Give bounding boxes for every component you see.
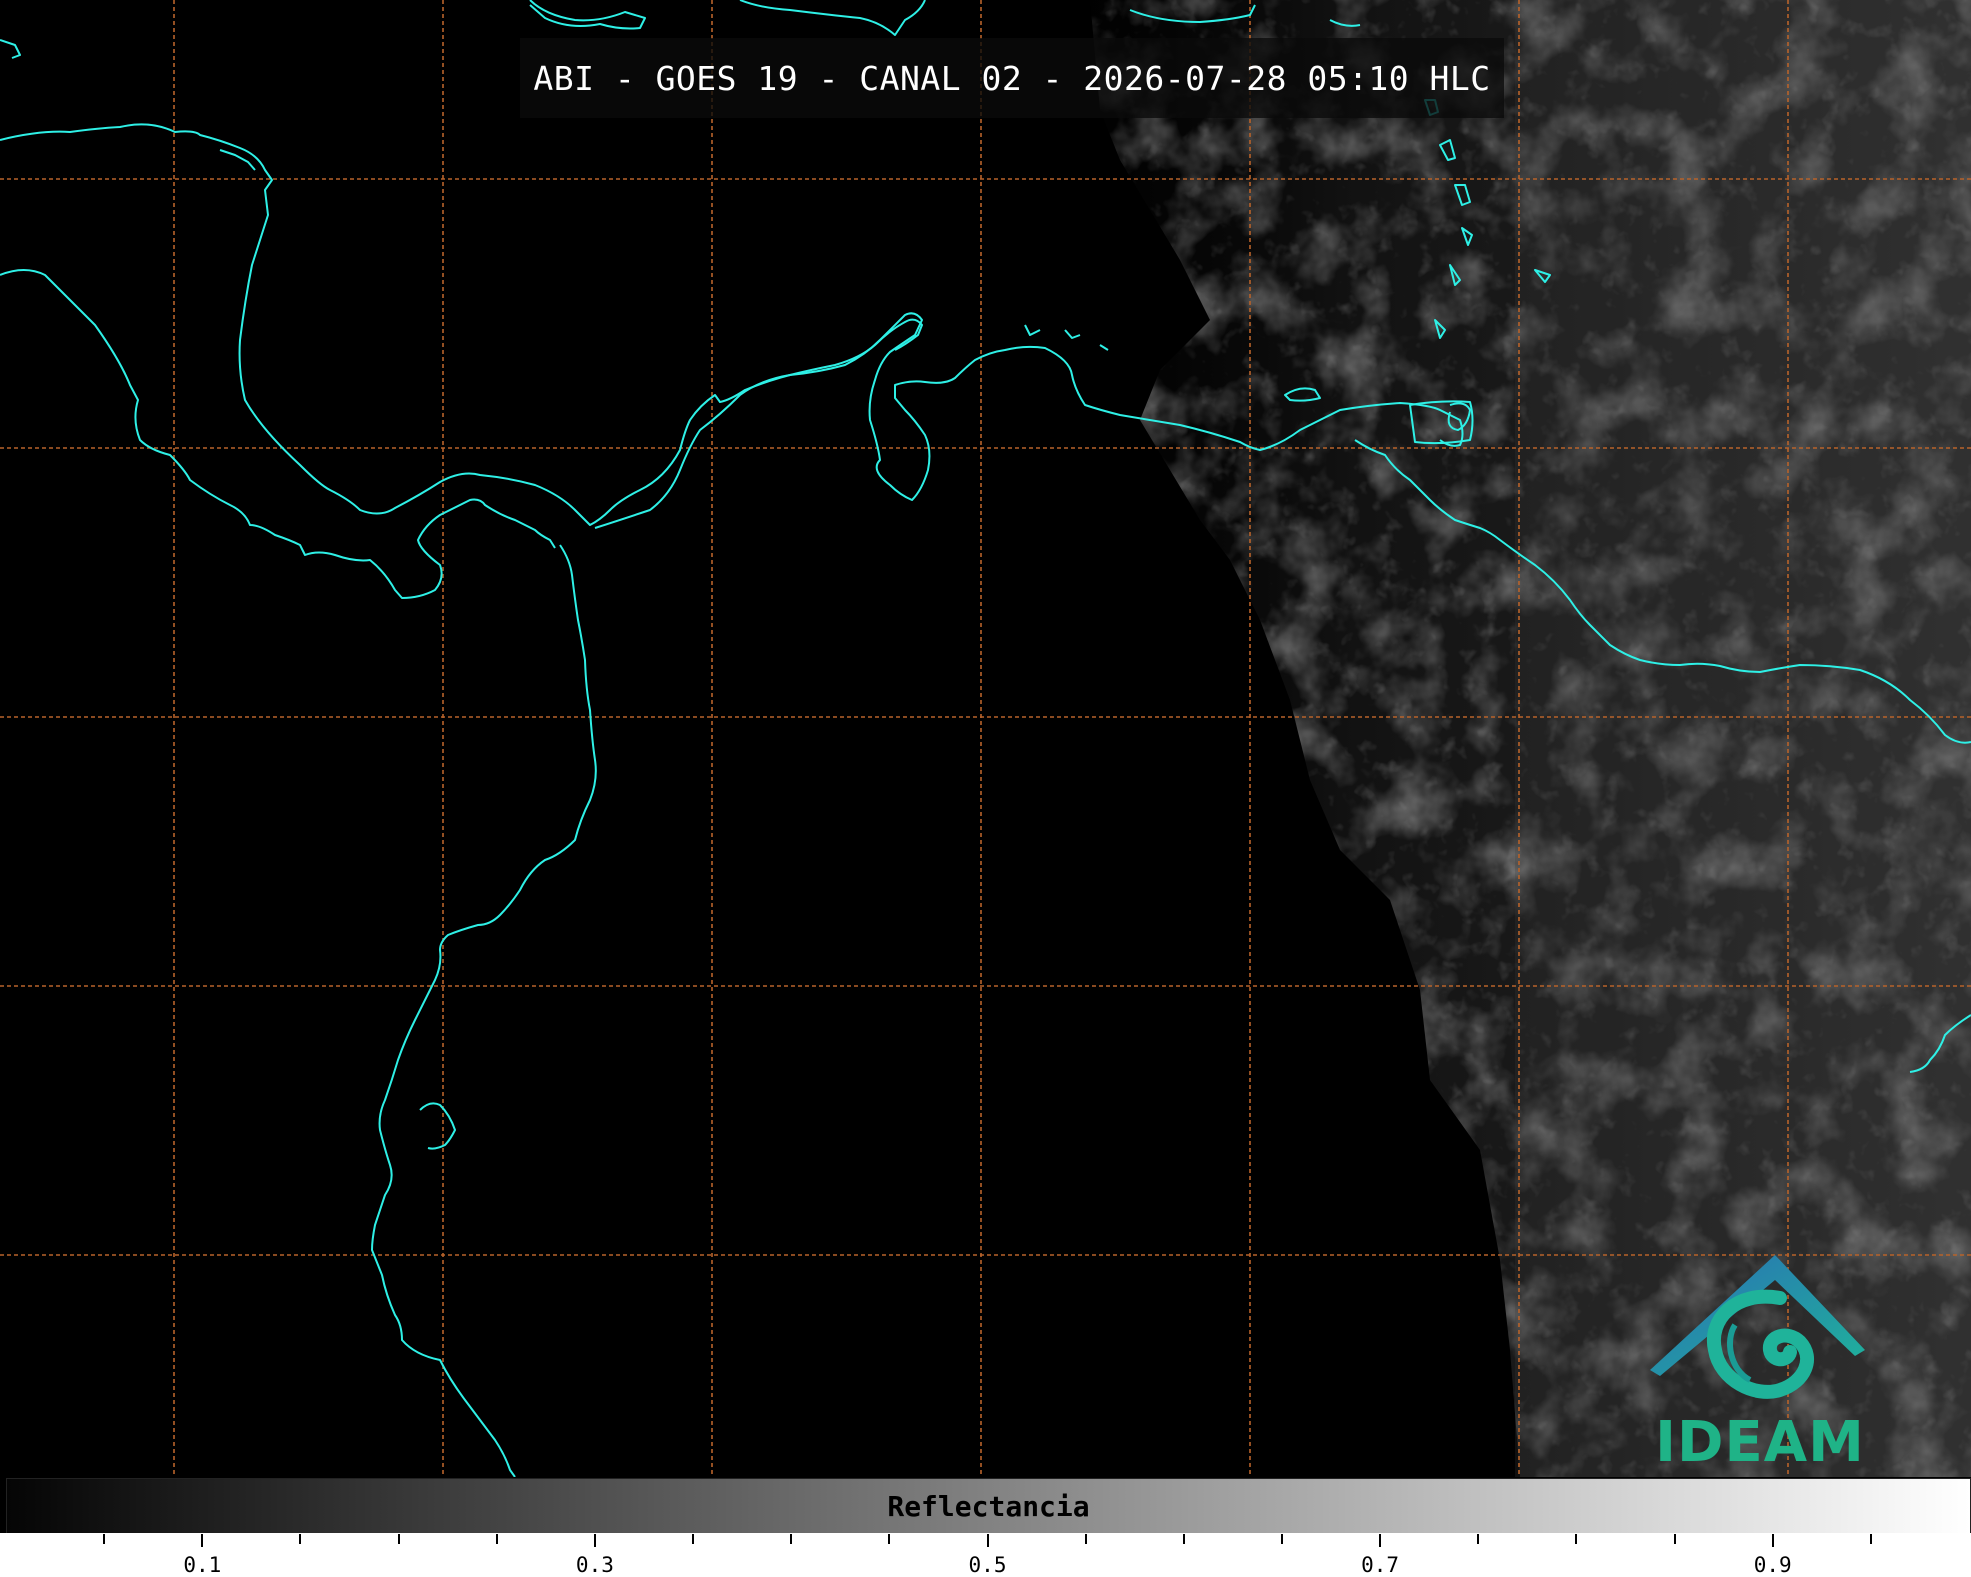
colorbar-tick-label: 0.9 — [1753, 1553, 1792, 1577]
colorbar-major-tick — [593, 1534, 596, 1547]
coastline-small-antilles-d — [1461, 227, 1473, 246]
coastline-venezuela — [594, 312, 1464, 529]
colorbar-major-tick — [201, 1534, 204, 1547]
coastline-yucatan-tip — [0, 39, 21, 59]
colorbar-major-tick — [1379, 1534, 1382, 1547]
coastline-mexico-pacific — [0, 269, 556, 599]
colorbar-minor-tick — [1182, 1534, 1185, 1544]
coastline-central-america-north — [0, 123, 923, 526]
colorbar-minor-tick — [888, 1534, 891, 1544]
colorbar-minor-tick — [397, 1534, 400, 1544]
coastline-margarita — [1284, 387, 1321, 402]
ideam-logo: IDEAM — [1640, 1250, 1880, 1475]
colorbar-ticks: 0.1 0.3 0.5 0.7 0.9 — [0, 1534, 1971, 1577]
coastline-puerto-rico — [1129, 4, 1256, 23]
colorbar: Reflectancia — [6, 1478, 1971, 1535]
colorbar-tick-label: 0.3 — [575, 1553, 614, 1577]
coastline-small-antilles-e — [1449, 264, 1461, 286]
colorbar-minor-tick — [1575, 1534, 1578, 1544]
coastline-small-antilles-b — [1439, 139, 1456, 161]
ideam-logo-text: IDEAM — [1655, 1410, 1865, 1475]
colorbar-label: Reflectancia — [887, 1490, 1090, 1523]
colorbar-minor-tick — [1280, 1534, 1283, 1544]
colorbar-tick-label: 0.7 — [1361, 1553, 1400, 1577]
coastline-brazil-east — [1909, 1014, 1971, 1073]
colorbar-minor-tick — [692, 1534, 695, 1544]
coastline-small-antilles-g — [1534, 269, 1551, 283]
colorbar-minor-tick — [1084, 1534, 1087, 1544]
coastline-hispaniola — [739, 0, 926, 36]
image-title-box: ABI - GOES 19 - CANAL 02 - 2026-07-28 05… — [520, 38, 1504, 118]
coastline-small-antilles-f — [1434, 319, 1446, 339]
coastline-small-island — [1329, 19, 1361, 27]
coastline-small-antilles-c — [1454, 184, 1471, 206]
coastline-cuba — [529, 0, 646, 30]
coastline-panama — [371, 544, 597, 1477]
colorbar-minor-tick — [790, 1534, 793, 1544]
colorbar-tick-label: 0.5 — [968, 1553, 1007, 1577]
ideam-logo-icon — [1650, 1255, 1865, 1399]
satellite-map: ABI - GOES 19 - CANAL 02 - 2026-07-28 05… — [0, 0, 1971, 1477]
colorbar-minor-tick — [495, 1534, 498, 1544]
coastline-gulf-uraba — [419, 1102, 456, 1150]
image-title: ABI - GOES 19 - CANAL 02 - 2026-07-28 05… — [533, 58, 1491, 98]
colorbar-minor-tick — [299, 1534, 302, 1544]
colorbar-tick-label: 0.1 — [183, 1553, 222, 1577]
colorbar-major-tick — [986, 1534, 989, 1547]
coastline-guyana — [1354, 439, 1971, 744]
colorbar-minor-tick — [1477, 1534, 1480, 1544]
colorbar-major-tick — [1771, 1534, 1774, 1547]
colorbar-minor-tick — [1869, 1534, 1872, 1544]
colorbar-minor-tick — [103, 1534, 106, 1544]
colorbar-minor-tick — [1673, 1534, 1676, 1544]
